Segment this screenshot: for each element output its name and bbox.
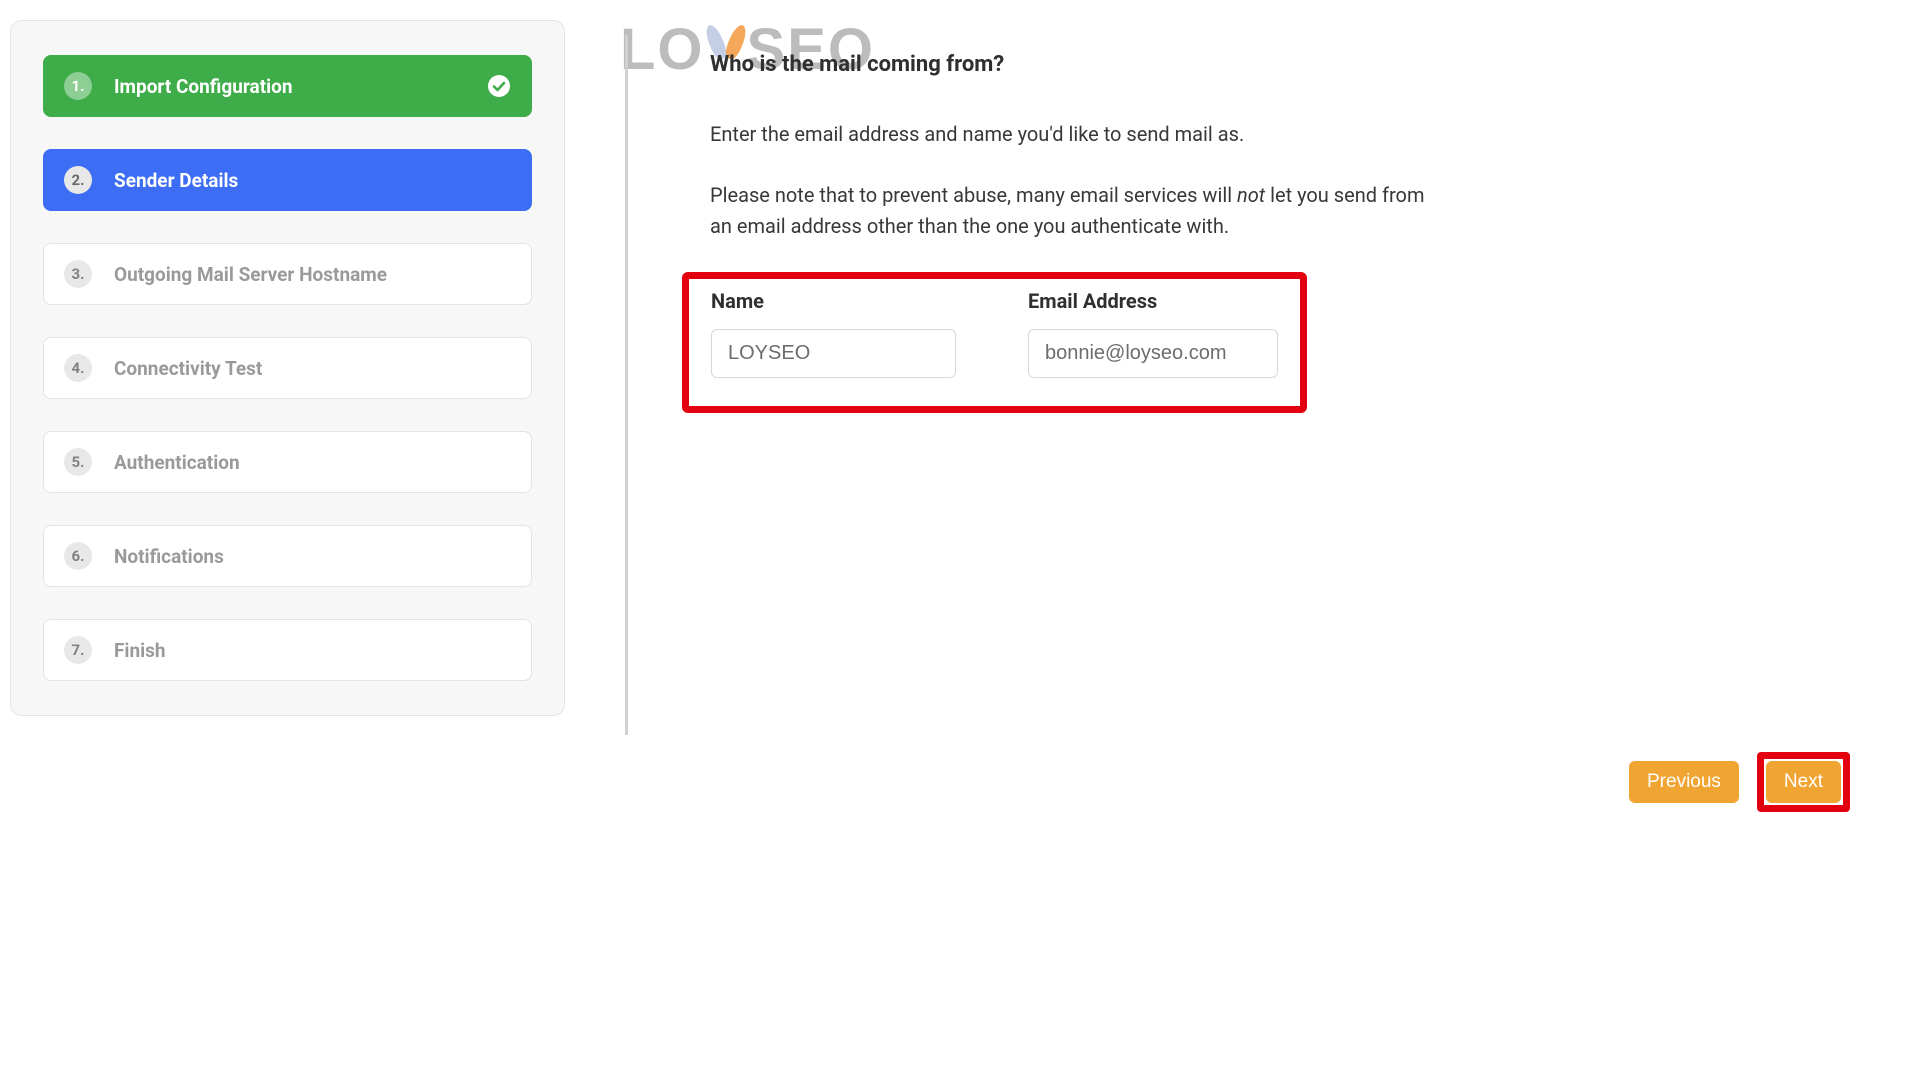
step-label: Authentication [114, 451, 511, 474]
previous-button[interactable]: Previous [1629, 761, 1739, 803]
step-label: Connectivity Test [114, 357, 511, 380]
step-number: 6. [64, 542, 92, 570]
name-input[interactable] [711, 329, 956, 378]
step-number: 1. [64, 72, 92, 100]
page-title: Who is the mail coming from? [710, 52, 1430, 77]
step-label: Import Configuration [114, 75, 487, 98]
step-sender-details[interactable]: 2. Sender Details [43, 149, 532, 211]
name-field-group: Name [711, 289, 956, 378]
main-content: Who is the mail coming from? Enter the e… [710, 52, 1430, 413]
next-button-highlight: Next [1757, 752, 1850, 812]
step-outgoing-mail-server-hostname[interactable]: 3. Outgoing Mail Server Hostname [43, 243, 532, 305]
step-authentication[interactable]: 5. Authentication [43, 431, 532, 493]
step-notifications[interactable]: 6. Notifications [43, 525, 532, 587]
step-label: Outgoing Mail Server Hostname [114, 263, 511, 286]
step-number: 2. [64, 166, 92, 194]
name-label: Name [711, 289, 956, 313]
step-label: Finish [114, 639, 511, 662]
email-label: Email Address [1028, 289, 1278, 313]
step-number: 4. [64, 354, 92, 382]
intro-paragraph-2: Please note that to prevent abuse, many … [710, 180, 1430, 242]
step-connectivity-test[interactable]: 4. Connectivity Test [43, 337, 532, 399]
step-number: 7. [64, 636, 92, 664]
vertical-divider [625, 35, 628, 735]
sender-form-highlight: Name Email Address [682, 272, 1307, 413]
next-button[interactable]: Next [1766, 761, 1841, 803]
wizard-sidebar: 1. Import Configuration 2. Sender Detail… [10, 20, 565, 716]
step-number: 5. [64, 448, 92, 476]
step-label: Sender Details [114, 169, 511, 192]
step-number: 3. [64, 260, 92, 288]
step-label: Notifications [114, 545, 511, 568]
step-import-configuration[interactable]: 1. Import Configuration [43, 55, 532, 117]
check-icon [487, 74, 511, 98]
email-field-group: Email Address [1028, 289, 1278, 378]
step-finish[interactable]: 7. Finish [43, 619, 532, 681]
email-input[interactable] [1028, 329, 1278, 378]
wizard-footer: Previous Next [1629, 752, 1850, 812]
intro-paragraph-1: Enter the email address and name you'd l… [710, 119, 1430, 150]
